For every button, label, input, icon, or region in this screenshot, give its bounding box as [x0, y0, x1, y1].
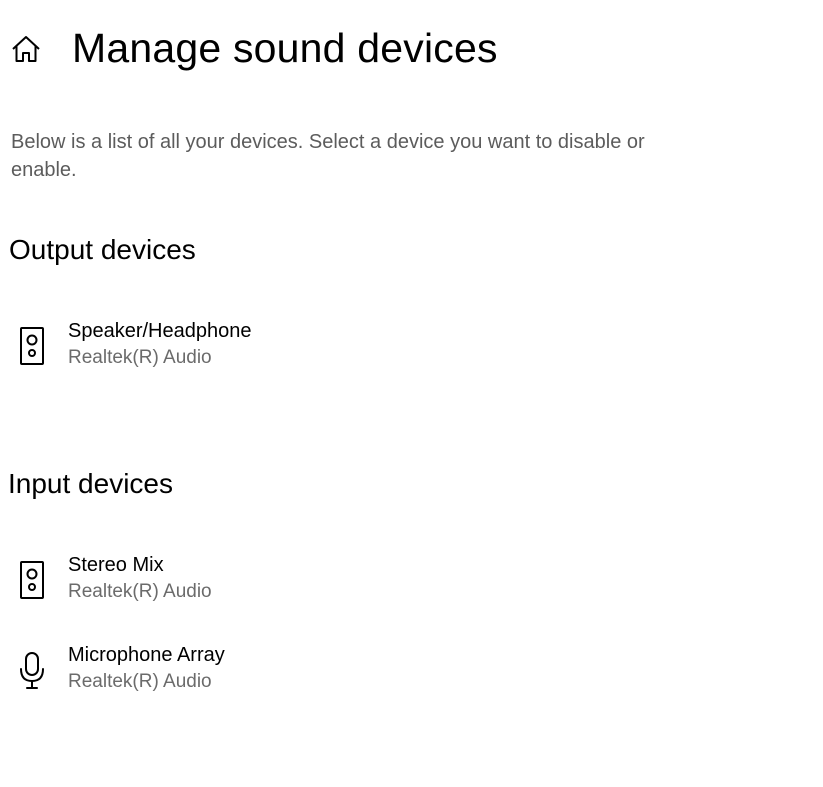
device-driver: Realtek(R) Audio [68, 347, 212, 368]
device-speaker-headphone[interactable]: Speaker/Headphone Realtek(R) Audio [10, 318, 570, 380]
device-driver: Realtek(R) Audio [68, 581, 212, 602]
device-name: Speaker/Headphone [68, 320, 252, 342]
device-driver: Realtek(R) Audio [68, 671, 212, 692]
device-stereo-mix[interactable]: Stereo Mix Realtek(R) Audio [10, 552, 570, 614]
manage-sound-devices-page: Manage sound devices Below is a list of … [0, 0, 823, 787]
microphone-icon [16, 650, 48, 690]
speaker-icon [16, 560, 48, 600]
speaker-icon [16, 326, 48, 366]
page-title: Manage sound devices [72, 25, 498, 71]
device-name: Stereo Mix [68, 554, 164, 576]
input-devices-heading: Input devices [8, 468, 173, 499]
output-devices-heading: Output devices [9, 234, 196, 265]
device-name: Microphone Array [68, 644, 225, 666]
home-icon[interactable] [10, 33, 42, 65]
device-microphone-array[interactable]: Microphone Array Realtek(R) Audio [10, 642, 570, 704]
page-description: Below is a list of all your devices. Sel… [11, 131, 645, 181]
